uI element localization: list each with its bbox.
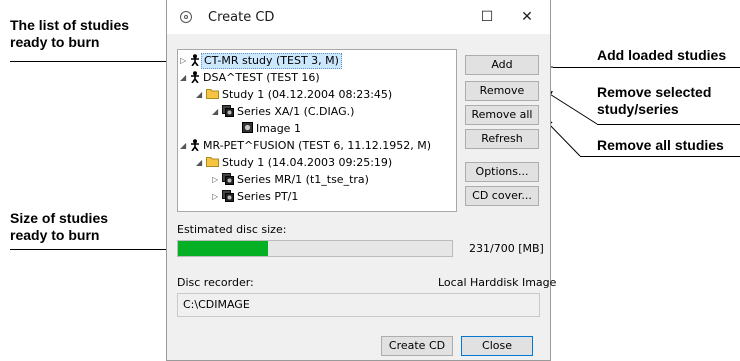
tree-item[interactable]: ◢ Series XA/1 (C.DIAG.) [212, 104, 354, 120]
tree-item-label: Study 1 (14.04.2003 09:25:19) [222, 156, 393, 169]
add-button[interactable]: Add [465, 55, 539, 75]
expand-arrow-icon[interactable]: ▷ [212, 172, 222, 188]
tree-item[interactable]: ▷ Series PT/1 [212, 189, 298, 205]
folder-icon [206, 88, 219, 104]
leader-remove [544, 90, 598, 125]
series-icon [222, 190, 234, 207]
tree-item[interactable]: ▷ CT-MR study (TEST 3, M) [180, 53, 342, 69]
collapse-arrow-icon[interactable]: ◢ [180, 70, 190, 86]
tree-item-label: Study 1 (04.12.2004 08:23:45) [222, 88, 393, 101]
disc-image-path-field[interactable]: C:\CDIMAGE [177, 293, 540, 317]
tree-item-label: CT-MR study (TEST 3, M) [201, 53, 342, 69]
maximize-button[interactable]: ☐ [472, 6, 502, 28]
refresh-button[interactable]: Refresh [465, 129, 539, 149]
patient-icon [190, 71, 200, 88]
disc-size-progress-fill [178, 241, 269, 256]
cd-icon [180, 11, 192, 23]
tree-item-label: Series XA/1 (C.DIAG.) [237, 105, 355, 118]
tree-item[interactable]: ◢ Study 1 (14.04.2003 09:25:19) [196, 155, 392, 171]
folder-icon [206, 156, 219, 172]
collapse-arrow-icon[interactable]: ◢ [196, 155, 206, 171]
series-icon [222, 105, 234, 122]
patient-icon [190, 54, 200, 71]
create-cd-button[interactable]: Create CD [381, 336, 453, 356]
remove-all-button[interactable]: Remove all [465, 105, 539, 125]
tree-item-label: Image 1 [256, 122, 301, 135]
collapse-arrow-icon[interactable]: ◢ [196, 87, 206, 103]
disc-recorder-label: Disc recorder: [177, 276, 254, 289]
disc-size-value: 231/700 [MB] [469, 242, 544, 255]
tree-item-label: MR-PET^FUSION (TEST 6, 11.12.1952, M) [203, 139, 432, 152]
disc-recorder-value: Local Harddisk Image [438, 276, 557, 289]
cd-cover-button[interactable]: CD cover... [465, 186, 539, 206]
tree-item[interactable]: ◢ DSA^TEST (TEST 16) [180, 70, 320, 86]
patient-icon [190, 139, 200, 156]
study-tree[interactable]: ▷ CT-MR study (TEST 3, M) ◢ DSA^TEST (TEST … [177, 49, 457, 212]
dialog-title: Create CD [208, 10, 275, 25]
tree-item-label: Series MR/1 (t1_tse_tra) [237, 173, 369, 186]
remove-button[interactable]: Remove [465, 81, 539, 101]
tree-item[interactable]: Image 1 [232, 121, 301, 137]
tree-item[interactable]: ◢ Study 1 (04.12.2004 08:23:45) [196, 87, 392, 103]
expand-arrow-icon[interactable]: ▷ [212, 189, 222, 205]
collapse-arrow-icon[interactable]: ◢ [180, 138, 190, 154]
close-button[interactable]: Close [461, 336, 533, 356]
tree-item[interactable]: ◢ MR-PET^FUSION (TEST 6, 11.12.1952, M) [180, 138, 431, 154]
expand-arrow-icon[interactable]: ▷ [180, 53, 190, 69]
create-cd-dialog: Create CD ☐ ✕ ▷ CT-MR study (TEST 3, M) ◢ D… [166, 0, 556, 361]
disc-size-progress [177, 240, 453, 257]
tree-item[interactable]: ▷ Series MR/1 (t1_tse_tra) [212, 172, 369, 188]
tree-item-label: DSA^TEST (TEST 16) [203, 71, 320, 84]
collapse-arrow-icon[interactable]: ◢ [212, 104, 222, 120]
disc-size-label: Estimated disc size: [177, 223, 287, 236]
title-bar: Create CD ☐ ✕ [167, 0, 550, 34]
series-icon [222, 173, 234, 190]
options-button[interactable]: Options... [465, 162, 539, 182]
tree-item-label: Series PT/1 [237, 190, 299, 203]
image-icon [242, 122, 253, 138]
close-window-button[interactable]: ✕ [512, 6, 542, 28]
